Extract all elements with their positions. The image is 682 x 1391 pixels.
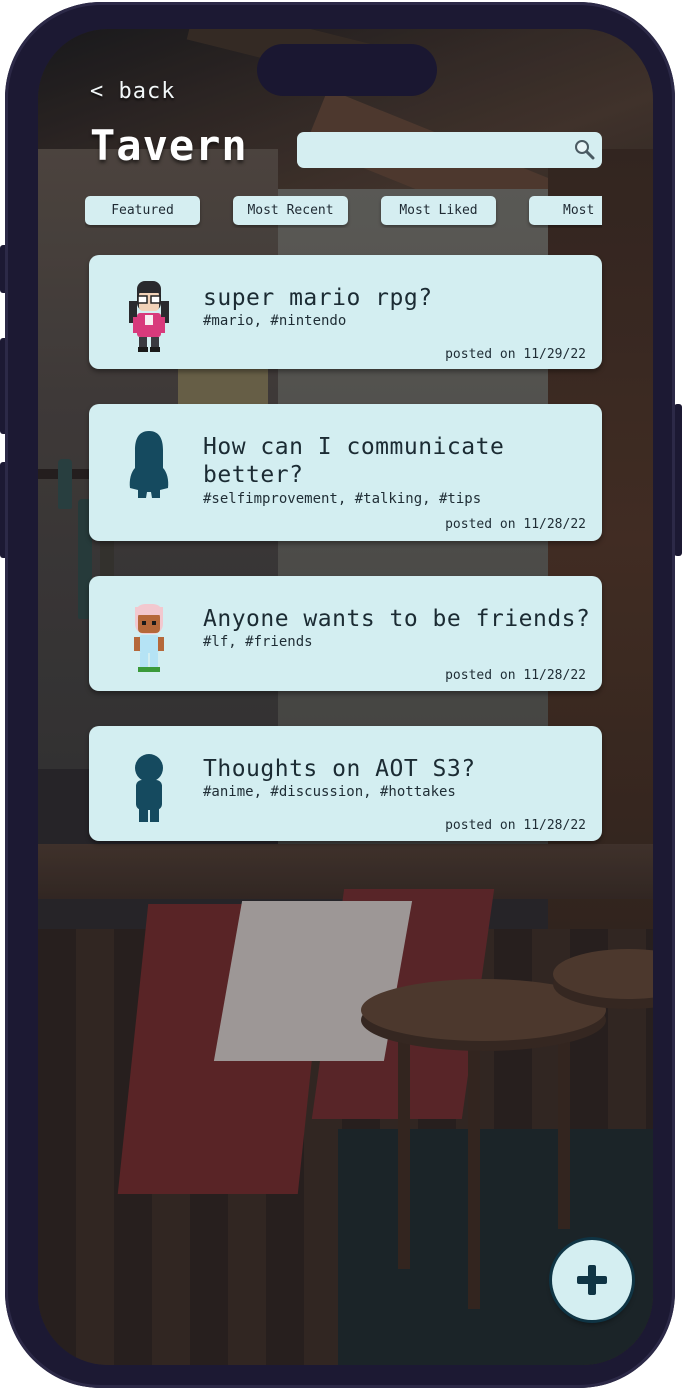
post-date: posted on 11/28/22	[445, 517, 586, 532]
post-tags: #selfimprovement, #talking, #tips	[203, 491, 482, 507]
post-date: posted on 11/28/22	[445, 818, 586, 833]
filter-tabs: Featured Most Recent Most Liked Most C	[85, 196, 602, 228]
dynamic-island	[257, 44, 437, 96]
silhouette-avatar-icon	[135, 754, 163, 822]
post-tags: #mario, #nintendo	[203, 313, 347, 329]
post-card[interactable]: Anyone wants to be friends? #lf, #friend…	[89, 576, 602, 691]
tavern-background	[38, 29, 653, 1365]
post-title: How can I communicate	[203, 434, 505, 460]
girl-glasses-avatar-icon	[129, 281, 169, 352]
post-card[interactable]: super mario rpg? #mario, #nintendo poste…	[89, 255, 602, 369]
search-input[interactable]	[297, 132, 602, 168]
tab-featured[interactable]: Featured	[85, 196, 200, 225]
tab-most-liked[interactable]: Most Liked	[381, 196, 496, 225]
post-tags: #anime, #discussion, #hottakes	[203, 784, 456, 800]
screen: < back Tavern Featured Most Recent Most …	[38, 29, 653, 1365]
post-tags: #lf, #friends	[203, 634, 313, 650]
post-date: posted on 11/28/22	[445, 668, 586, 683]
tab-most-recent[interactable]: Most Recent	[233, 196, 348, 225]
plus-icon	[577, 1265, 607, 1295]
post-title-line-2: better?	[203, 462, 304, 488]
pink-hair-kid-avatar-icon	[134, 604, 164, 672]
new-post-button[interactable]	[552, 1240, 632, 1320]
post-title: Anyone wants to be friends?	[203, 606, 591, 632]
post-title: Thoughts on AOT S3?	[203, 756, 476, 782]
post-card[interactable]: How can I communicate better? #selfimpro…	[89, 404, 602, 541]
post-date: posted on 11/29/22	[445, 347, 586, 362]
tab-most-commented[interactable]: Most C	[529, 196, 602, 225]
post-title: super mario rpg?	[203, 285, 433, 311]
post-card[interactable]: Thoughts on AOT S3? #anime, #discussion,…	[89, 726, 602, 841]
search-icon[interactable]	[573, 138, 595, 160]
power-button	[674, 404, 682, 556]
phone-frame: < back Tavern Featured Most Recent Most …	[5, 2, 675, 1388]
page-title: Tavern	[90, 121, 248, 170]
back-button[interactable]: < back	[90, 79, 175, 104]
silhouette-avatar-icon	[129, 431, 169, 498]
